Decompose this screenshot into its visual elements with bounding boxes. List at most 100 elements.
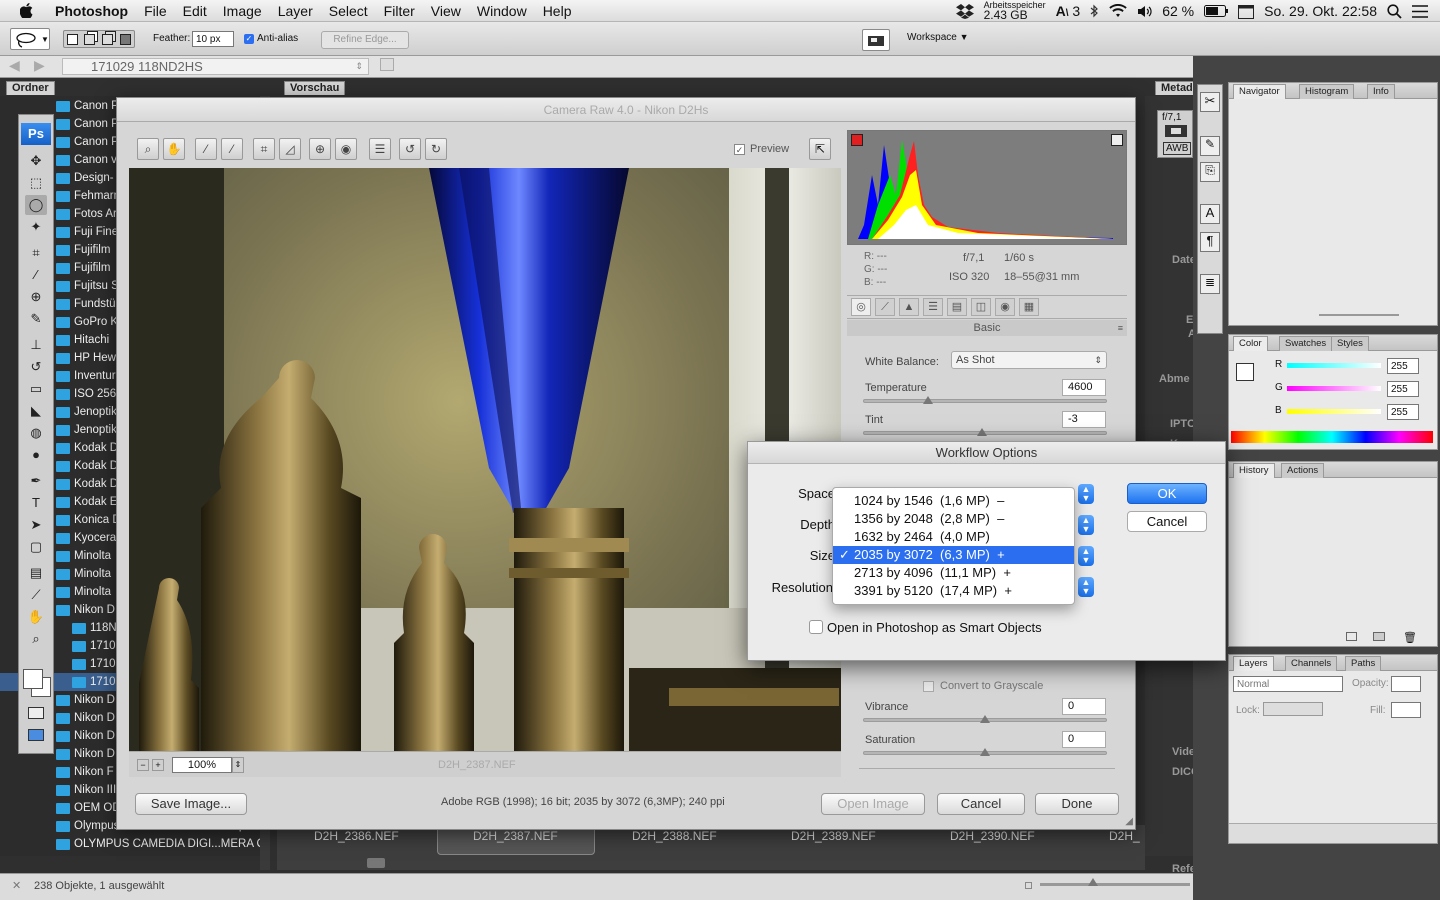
brush-tool-icon[interactable]: ✎ <box>25 309 47 329</box>
filmstrip-item[interactable]: D2H_ <box>1109 829 1140 843</box>
vibrance-slider-thumb[interactable] <box>980 715 990 723</box>
folder-item[interactable]: Design- <box>74 169 114 187</box>
hand-tool-icon[interactable]: ✋ <box>25 607 47 627</box>
tint-input[interactable]: -3 <box>1062 411 1106 428</box>
space-stepper[interactable]: ▲ ▼ <box>1078 484 1094 504</box>
folder-item[interactable]: Minolta <box>74 565 111 583</box>
tab-channels[interactable]: Channels <box>1285 656 1338 671</box>
memory-indicator[interactable]: Arbeitsspeicher 2.43 GB <box>984 1 1046 22</box>
temperature-slider[interactable] <box>863 399 1107 403</box>
size-stepper[interactable]: ▲ ▼ <box>1078 546 1094 566</box>
add-selection-icon[interactable] <box>84 34 95 45</box>
folder-item[interactable]: HP Hew <box>74 349 116 367</box>
tab-detail-icon[interactable]: ▲ <box>899 298 919 316</box>
history-brush-tool-icon[interactable]: ↺ <box>25 357 47 377</box>
tab-basic-icon[interactable]: ◎ <box>851 298 871 316</box>
eraser-tool-icon[interactable]: ▭ <box>25 379 47 399</box>
folder-item[interactable]: Fundstü <box>74 295 116 313</box>
resize-grip-icon[interactable]: ◢ <box>1125 816 1133 827</box>
zoom-level[interactable]: 100% <box>172 757 232 773</box>
menu-filter[interactable]: Filter <box>376 3 423 19</box>
clone-source-icon[interactable]: ⎘ <box>1200 162 1220 182</box>
folder-item[interactable]: Konica D <box>74 511 121 529</box>
crop-tool-button[interactable]: ⌗ <box>253 138 275 160</box>
folder-item[interactable]: Kodak E <box>74 493 117 511</box>
close-icon[interactable]: ✕ <box>12 879 21 892</box>
foreground-background-swatches[interactable] <box>23 669 43 689</box>
filmstrip-item[interactable]: D2H_2388.NEF <box>632 829 717 843</box>
lasso-tool-icon[interactable]: ◯ <box>25 195 47 215</box>
green-slider[interactable] <box>1287 386 1381 391</box>
size-option[interactable]: 1024 by 1546 (1,6 MP) – <box>833 492 1074 510</box>
tint-slider-thumb[interactable] <box>977 428 987 436</box>
camera-icon[interactable] <box>1373 632 1385 641</box>
workflow-cancel-button[interactable]: Cancel <box>1127 511 1207 532</box>
color-spectrum[interactable] <box>1231 431 1433 443</box>
notes-tool-icon[interactable]: ▤ <box>25 563 47 583</box>
tab-folders[interactable]: Ordner <box>6 81 55 95</box>
folder-item[interactable]: Fuji Fine <box>74 223 118 241</box>
folder-item[interactable]: GoPro K <box>74 313 118 331</box>
move-tool-icon[interactable]: ✥ <box>25 151 47 171</box>
thumbnail-slider-thumb[interactable] <box>1088 878 1098 886</box>
forward-arrow-icon[interactable]: ▶ <box>34 57 45 74</box>
battery-icon[interactable] <box>1204 5 1229 17</box>
tab-info[interactable]: Info <box>1367 84 1395 99</box>
spotlight-icon[interactable] <box>1387 3 1402 19</box>
tool-preset-picker[interactable]: ▼ <box>10 28 50 50</box>
filmstrip-item[interactable]: D2H_2390.NEF <box>950 829 1035 843</box>
rotate-left-tool-button[interactable]: ↺ <box>399 138 421 160</box>
folder-item[interactable]: Nikon F <box>74 763 114 781</box>
character-icon[interactable]: A <box>1200 204 1220 224</box>
tab-tone-curve-icon[interactable]: ⟋ <box>875 298 895 316</box>
folder-item[interactable]: Hitachi <box>74 331 109 349</box>
folder-item[interactable]: Canon v <box>74 151 117 169</box>
preferences-tool-button[interactable]: ☰ <box>369 138 391 160</box>
menu-edit[interactable]: Edit <box>175 3 215 19</box>
tab-history[interactable]: History <box>1233 463 1275 478</box>
bridge-button[interactable] <box>862 29 890 51</box>
folder-item[interactable]: Kodak D <box>74 475 118 493</box>
paint-bucket-tool-icon[interactable]: ◣ <box>25 401 47 421</box>
eyedropper-tool-icon[interactable]: ⁄ <box>25 265 47 285</box>
tab-navigator[interactable]: Navigator <box>1233 84 1286 99</box>
navigator-zoom-slider[interactable] <box>1319 314 1399 316</box>
folder-item[interactable]: Inventur <box>74 367 116 385</box>
screen-mode-icon[interactable] <box>28 729 44 741</box>
folder-item[interactable]: Nikon III <box>74 781 116 799</box>
folder-item[interactable]: 1710 <box>90 655 116 673</box>
crop-tool-icon[interactable]: ⌗ <box>25 243 47 263</box>
subtract-selection-icon[interactable] <box>102 34 113 45</box>
dropbox-icon[interactable] <box>955 3 974 19</box>
foreground-color-swatch[interactable] <box>1236 363 1254 381</box>
dodge-tool-icon[interactable]: ● <box>25 445 47 465</box>
saturation-slider-thumb[interactable] <box>980 748 990 756</box>
measure-tool-icon[interactable]: ⟋ <box>25 585 47 605</box>
feather-input[interactable]: 10 px <box>192 31 234 47</box>
workspace-menu[interactable]: Workspace ▼ <box>907 32 969 43</box>
fullscreen-button[interactable]: ⇱ <box>809 138 831 160</box>
fill-input[interactable] <box>1391 702 1421 718</box>
temperature-input[interactable]: 4600 <box>1062 379 1106 396</box>
tab-actions[interactable]: Actions <box>1281 463 1325 478</box>
battery-percent[interactable]: 62 % <box>1162 3 1194 19</box>
folder-item[interactable]: Canon P <box>74 115 119 133</box>
tools-preset-icon[interactable]: ✂ <box>1200 92 1220 112</box>
folder-item[interactable]: 118N <box>90 619 117 637</box>
folder-item[interactable]: Fehmarn <box>74 187 120 205</box>
ok-button[interactable]: OK <box>1127 483 1207 504</box>
tab-histogram[interactable]: Histogram <box>1299 84 1355 99</box>
notes-icon[interactable]: ≣ <box>1200 274 1220 294</box>
new-selection-icon[interactable] <box>67 34 78 45</box>
path-select-tool-icon[interactable]: ➤ <box>25 515 47 535</box>
opacity-input[interactable] <box>1391 676 1421 692</box>
color-sampler-tool-button[interactable]: ⁄ <box>221 138 243 160</box>
folder-item[interactable]: Canon P <box>74 97 119 115</box>
zoom-stepper-icon[interactable]: ⇕ <box>232 757 244 773</box>
path-menu-icon[interactable] <box>380 58 394 71</box>
magic-wand-tool-icon[interactable]: ✦ <box>25 217 47 237</box>
size-option[interactable]: 3391 by 5120 (17,4 MP) + <box>833 582 1074 600</box>
ps-logo[interactable]: Ps <box>21 123 51 145</box>
workflow-options-link[interactable]: Adobe RGB (1998); 16 bit; 2035 by 3072 (… <box>441 796 725 808</box>
tab-hsl-icon[interactable]: ☰ <box>923 298 943 316</box>
